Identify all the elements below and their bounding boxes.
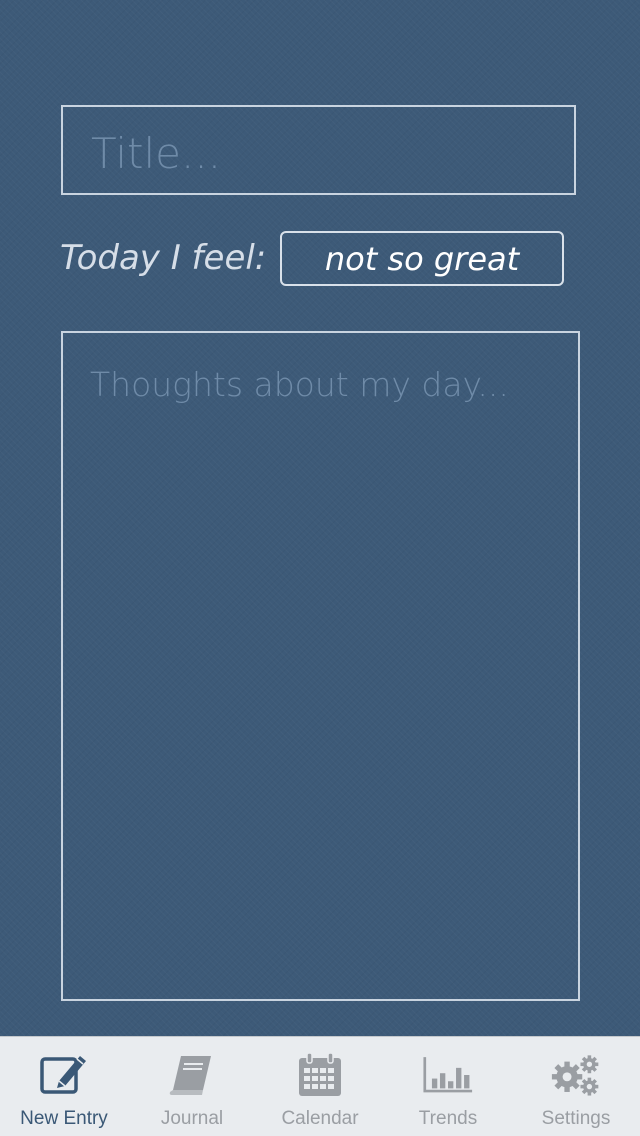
- new-entry-icon: [39, 1051, 89, 1099]
- thoughts-field[interactable]: Thoughts about my day...: [61, 331, 580, 1001]
- settings-icon: [551, 1051, 601, 1099]
- tab-label: Journal: [160, 1108, 224, 1129]
- tab-trends[interactable]: Trends: [384, 1037, 512, 1136]
- thoughts-placeholder: Thoughts about my day...: [90, 365, 509, 404]
- tab-calendar[interactable]: Calendar: [256, 1037, 384, 1136]
- feel-label: Today I feel:: [60, 238, 267, 278]
- title-placeholder: Title...: [91, 129, 222, 178]
- journal-icon: [167, 1051, 217, 1099]
- mood-value: not so great: [324, 239, 520, 278]
- trends-icon: [423, 1051, 473, 1099]
- tab-label: Calendar: [281, 1108, 359, 1129]
- tab-new-entry[interactable]: New Entry: [0, 1037, 128, 1136]
- mood-selector-button[interactable]: not so great: [280, 231, 564, 286]
- tab-settings[interactable]: Settings: [512, 1037, 640, 1136]
- tab-label: Settings: [541, 1108, 611, 1129]
- tab-label: Trends: [418, 1108, 478, 1129]
- tab-journal[interactable]: Journal: [128, 1037, 256, 1136]
- calendar-icon: [295, 1051, 345, 1099]
- tab-label: New Entry: [20, 1108, 108, 1129]
- title-field[interactable]: Title...: [61, 105, 576, 195]
- tab-bar: New Entry Journal Calendar Trends Settin…: [0, 1036, 640, 1136]
